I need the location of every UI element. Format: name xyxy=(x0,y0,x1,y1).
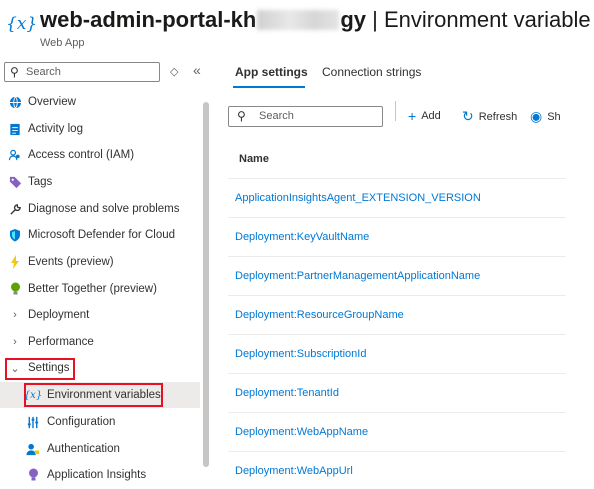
sidebar-item-deployment[interactable]: › Deployment xyxy=(0,302,200,328)
sidebar-item-access-control[interactable]: Access control (IAM) xyxy=(0,142,200,168)
sidebar-item-diagnose[interactable]: Diagnose and solve problems xyxy=(0,196,200,222)
insights-icon xyxy=(26,468,40,482)
eye-icon: ◉ xyxy=(530,108,543,124)
sidebar-item-better-together[interactable]: Better Together (preview) xyxy=(0,276,200,302)
setting-name-link[interactable]: Deployment:KeyVaultName xyxy=(235,231,369,243)
table-row: Deployment:PartnerManagementApplicationN… xyxy=(228,256,566,295)
page-header: {x} web-admin-portal-kh gy | Environment … xyxy=(0,0,594,56)
show-values-button[interactable]: ◉ Sh xyxy=(530,108,561,125)
page-title: web-admin-portal-kh gy | Environment vari… xyxy=(40,7,591,32)
active-tab-indicator xyxy=(233,86,305,88)
sidebar-search-input[interactable]: ⚲ Search xyxy=(4,62,160,82)
table-row: Deployment:WebAppUrl xyxy=(228,451,566,489)
wrench-icon xyxy=(8,202,22,216)
sidebar-item-configuration[interactable]: Configuration xyxy=(0,409,200,435)
globe-icon xyxy=(8,95,22,109)
setting-name-link[interactable]: Deployment:WebAppName xyxy=(235,426,368,438)
refresh-icon: ↻ xyxy=(462,108,474,124)
user-key-icon xyxy=(26,442,40,456)
lightning-icon xyxy=(8,255,22,269)
table-row: Deployment:TenantId xyxy=(228,373,566,412)
setting-name-link[interactable]: ApplicationInsightsAgent_EXTENSION_VERSI… xyxy=(235,192,481,204)
redacted-text xyxy=(257,10,340,30)
options-icon[interactable]: ◇ xyxy=(170,65,178,78)
sidebar-item-authentication[interactable]: Authentication xyxy=(0,436,200,462)
toolbar-separator xyxy=(395,101,396,121)
search-icon: ⚲ xyxy=(237,109,246,123)
chevron-right-icon: › xyxy=(13,309,17,321)
sidebar-item-application-insights[interactable]: Application Insights xyxy=(0,462,200,488)
collapse-sidebar-icon[interactable]: « xyxy=(193,62,201,78)
sidebar-item-performance[interactable]: › Performance xyxy=(0,329,200,355)
settings-highlight-box xyxy=(5,358,75,380)
environment-variables-icon: {x} xyxy=(6,14,38,34)
chevron-right-icon: › xyxy=(13,336,17,348)
environment-variables-highlight-box xyxy=(24,383,163,407)
column-header-name[interactable]: Name xyxy=(239,153,269,165)
sidebar: ⚲ Search ◇ « Overview Activity log Acces… xyxy=(0,56,212,489)
sidebar-item-overview[interactable]: Overview xyxy=(0,89,200,115)
sidebar-scrollbar[interactable] xyxy=(203,102,209,467)
setting-name-link[interactable]: Deployment:TenantId xyxy=(235,387,339,399)
table-row: ApplicationInsightsAgent_EXTENSION_VERSI… xyxy=(228,178,566,217)
shield-icon xyxy=(8,228,22,242)
sliders-icon xyxy=(26,415,40,429)
setting-name-link[interactable]: Deployment:WebAppUrl xyxy=(235,465,353,477)
tab-connection-strings[interactable]: Connection strings xyxy=(322,65,421,79)
setting-name-link[interactable]: Deployment:ResourceGroupName xyxy=(235,309,404,321)
sidebar-item-tags[interactable]: Tags xyxy=(0,169,200,195)
sidebar-item-activity-log[interactable]: Activity log xyxy=(0,116,200,142)
table-row: Deployment:SubscriptionId xyxy=(228,334,566,373)
settings-search-input[interactable]: ⚲ Search xyxy=(228,106,383,127)
sidebar-item-events[interactable]: Events (preview) xyxy=(0,249,200,275)
setting-name-link[interactable]: Deployment:SubscriptionId xyxy=(235,348,366,360)
tag-icon xyxy=(8,175,22,189)
table-row: Deployment:ResourceGroupName xyxy=(228,295,566,334)
people-icon xyxy=(8,148,22,162)
tab-app-settings[interactable]: App settings xyxy=(235,65,308,79)
search-icon: ⚲ xyxy=(10,65,19,79)
table-row: Deployment:WebAppName xyxy=(228,412,566,451)
plus-icon: + xyxy=(408,108,417,124)
resource-type: Web App xyxy=(40,37,85,49)
log-icon xyxy=(8,122,22,136)
refresh-button[interactable]: ↻ Refresh xyxy=(462,108,517,125)
table-row: Deployment:KeyVaultName xyxy=(228,217,566,256)
add-button[interactable]: + Add xyxy=(408,108,441,124)
bulb-icon xyxy=(8,282,22,296)
sidebar-item-defender[interactable]: Microsoft Defender for Cloud xyxy=(0,222,200,248)
setting-name-link[interactable]: Deployment:PartnerManagementApplicationN… xyxy=(235,270,480,282)
